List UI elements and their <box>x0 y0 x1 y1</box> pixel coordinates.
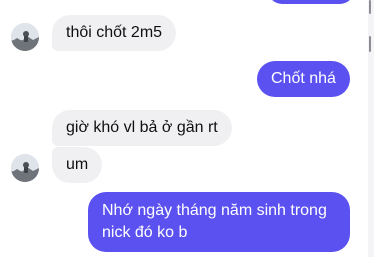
message-text: Nhớ ngày tháng năm sinh trong nick đó ko… <box>102 202 327 241</box>
scrollbar[interactable] <box>368 0 374 257</box>
message-text: um <box>66 156 89 173</box>
avatar-photo-icon <box>11 23 39 51</box>
scrollbar-mark <box>369 36 371 52</box>
message-text: thôi chốt 2m5 <box>66 24 163 41</box>
message-bubble-incoming[interactable]: thôi chốt 2m5 <box>52 15 177 51</box>
contact-avatar[interactable] <box>11 154 39 182</box>
message-text: Chốt nhá <box>271 70 336 87</box>
contact-avatar[interactable] <box>11 23 39 51</box>
scrollbar-mark <box>369 0 371 14</box>
message-bubble-outgoing[interactable]: Chốt nhá <box>257 61 350 97</box>
message-bubble-outgoing[interactable]: Nhớ ngày tháng năm sinh trong nick đó ko… <box>88 192 350 252</box>
message-bubble-incoming[interactable]: um <box>52 147 103 183</box>
previous-outgoing-bubble <box>268 0 354 4</box>
message-bubble-incoming[interactable]: giờ khó vl bả ở gần rt <box>52 110 232 146</box>
message-text: giờ khó vl bả ở gần rt <box>66 119 218 136</box>
avatar-photo-icon <box>11 154 39 182</box>
